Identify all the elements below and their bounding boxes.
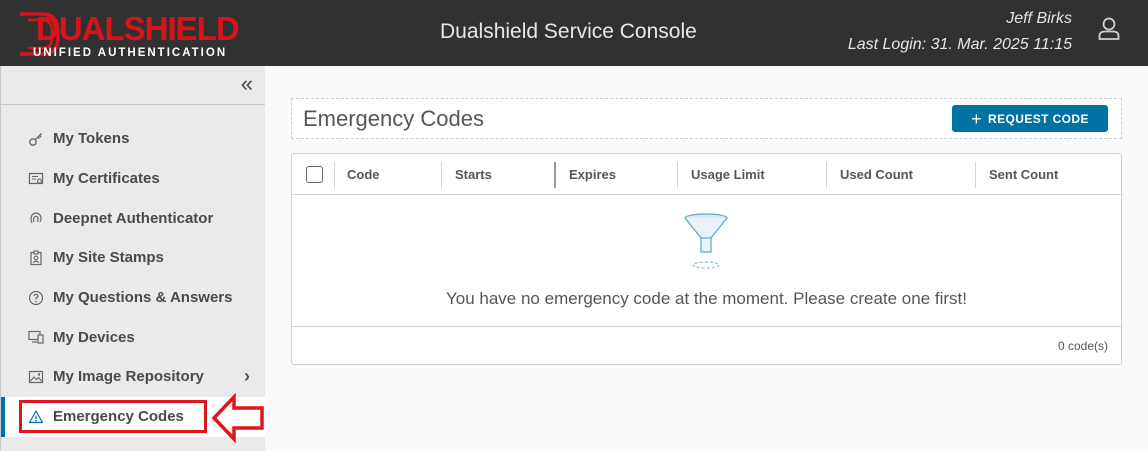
logo-wordmark: DUALSHIELD: [36, 10, 240, 47]
annotation-highlight-box: [19, 400, 207, 433]
plus-icon: +: [971, 108, 983, 129]
sidebar-item-label: My Devices: [53, 328, 135, 346]
logo-tagline: UNIFIED AUTHENTICATION: [33, 47, 228, 59]
devices-icon: [26, 327, 46, 347]
console-title: Dualshield Service Console: [440, 20, 697, 43]
column-header-expires[interactable]: Expires: [569, 154, 616, 195]
fingerprint-icon: [26, 208, 46, 228]
chevron-right-icon[interactable]: ›: [244, 366, 250, 387]
filter-funnel-icon: [684, 213, 728, 269]
sidebar-item-label: My Site Stamps: [53, 249, 164, 267]
sidebar-item-my-tokens[interactable]: My Tokens: [1, 119, 266, 159]
grid-header: Code Starts Expires Usage Limit Used Cou…: [292, 154, 1121, 195]
sidebar-item-label: My Image Repository: [53, 368, 204, 386]
badge-icon: [26, 248, 46, 268]
sidebar-item-my-questions-answers[interactable]: My Questions & Answers: [1, 278, 266, 318]
select-all-checkbox[interactable]: [306, 166, 323, 183]
collapse-sidebar-icon[interactable]: «: [241, 72, 253, 96]
user-name: Jeff Birks: [1006, 10, 1072, 27]
app-header: DUALSHIELD UNIFIED AUTHENTICATION Dualsh…: [0, 0, 1148, 66]
column-separator: [826, 162, 827, 188]
request-code-label: REQUEST CODE: [988, 111, 1089, 126]
main-content: Emergency Codes + REQUEST CODE Code Star…: [265, 66, 1148, 451]
column-header-code[interactable]: Code: [347, 154, 380, 195]
sidebar-item-my-site-stamps[interactable]: My Site Stamps: [1, 238, 266, 278]
column-header-used-count[interactable]: Used Count: [840, 154, 913, 195]
sidebar-item-label: Deepnet Authenticator: [53, 209, 214, 227]
sidebar-item-label: My Tokens: [53, 130, 130, 148]
image-icon: [26, 367, 46, 387]
dualshield-logo: DUALSHIELD UNIFIED AUTHENTICATION: [12, 8, 244, 62]
sidebar-item-deepnet-authenticator[interactable]: Deepnet Authenticator: [1, 198, 266, 238]
request-code-button[interactable]: + REQUEST CODE: [952, 105, 1108, 132]
question-circle-icon: [26, 288, 46, 308]
column-header-sent-count[interactable]: Sent Count: [989, 154, 1058, 195]
sidebar: « My Tokens My Certificates Deepnet Auth…: [0, 66, 266, 451]
column-separator: [677, 162, 678, 188]
certificate-icon: [26, 169, 46, 189]
user-profile-icon[interactable]: [1096, 16, 1122, 42]
annotation-arrow-icon: [211, 393, 264, 443]
column-resize-handle[interactable]: [554, 162, 556, 188]
column-separator: [334, 162, 335, 188]
record-count: 0 code(s): [1057, 339, 1108, 353]
key-icon: [26, 129, 46, 149]
sidebar-item-my-devices[interactable]: My Devices: [1, 317, 266, 357]
emergency-codes-grid: Code Starts Expires Usage Limit Used Cou…: [291, 153, 1122, 365]
last-login: Last Login: 31. Mar. 2025 11:15: [847, 36, 1072, 53]
sidebar-item-my-certificates[interactable]: My Certificates: [1, 159, 266, 199]
column-header-starts[interactable]: Starts: [455, 154, 492, 195]
sidebar-collapse-bar: «: [1, 66, 265, 105]
page-title-bar: Emergency Codes + REQUEST CODE: [291, 98, 1122, 139]
grid-footer: 0 code(s): [292, 326, 1121, 364]
column-separator: [441, 162, 442, 188]
column-header-usage-limit[interactable]: Usage Limit: [691, 154, 765, 195]
sidebar-item-label: My Certificates: [53, 170, 160, 188]
sidebar-item-label: My Questions & Answers: [53, 289, 233, 307]
page-title: Emergency Codes: [303, 106, 484, 131]
empty-state-message: You have no emergency code at the moment…: [445, 289, 967, 308]
column-separator: [975, 162, 976, 188]
sidebar-item-my-image-repository[interactable]: My Image Repository ›: [1, 357, 266, 397]
